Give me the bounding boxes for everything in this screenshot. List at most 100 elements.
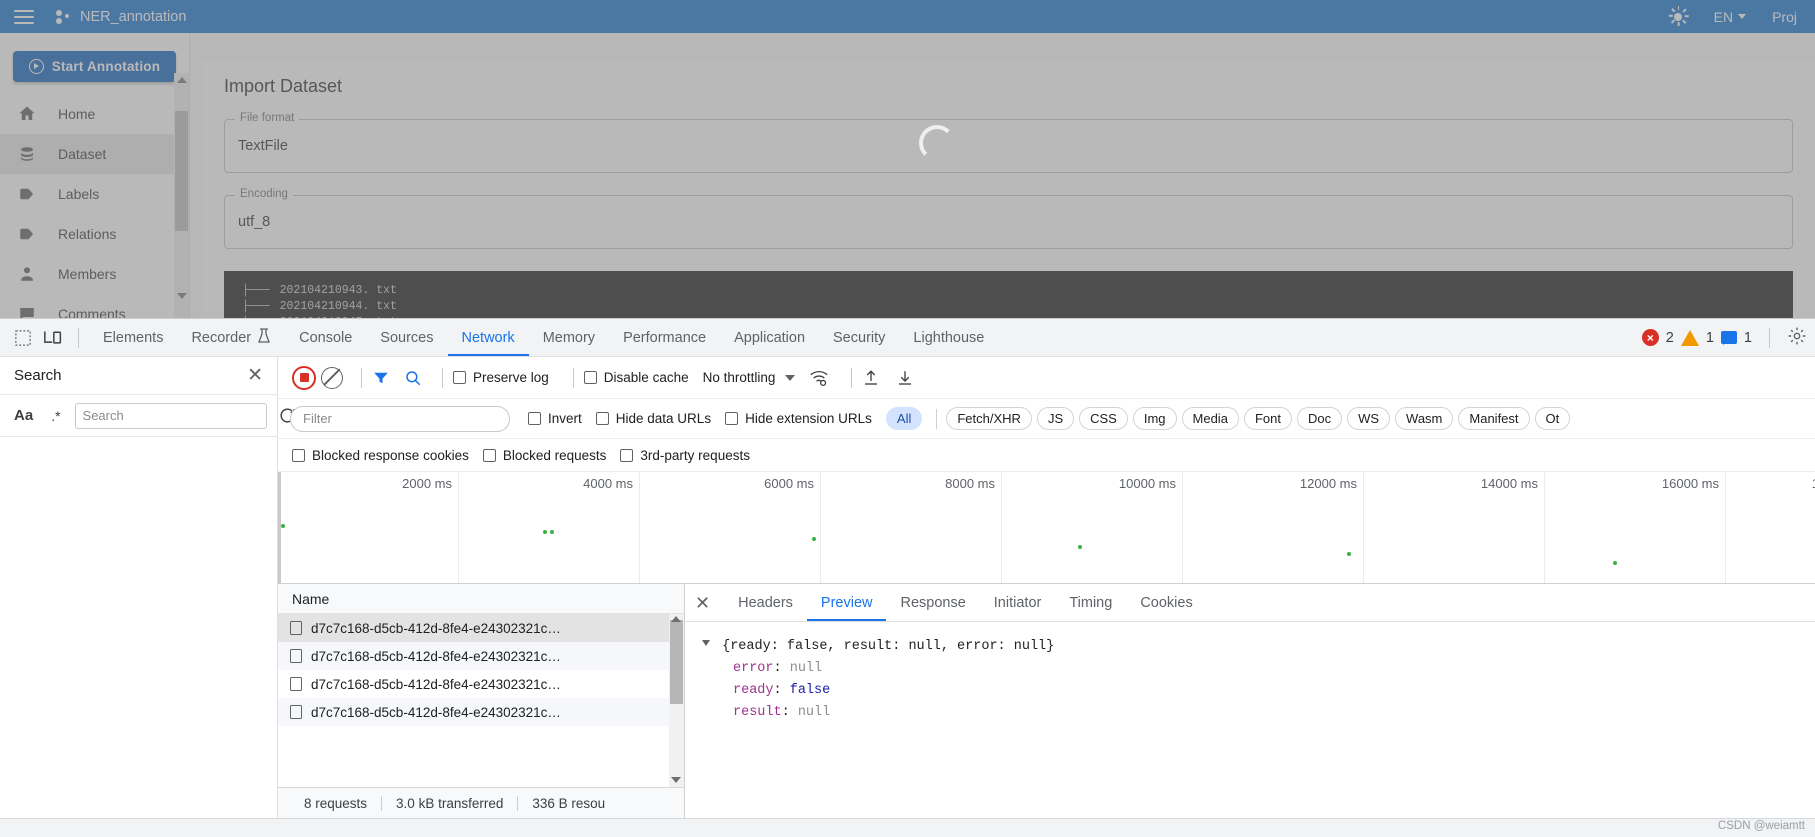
type-filter-other[interactable]: Ot bbox=[1534, 407, 1571, 430]
divider bbox=[361, 367, 362, 388]
tab-console[interactable]: Console bbox=[285, 319, 366, 356]
type-filter-media[interactable]: Media bbox=[1181, 407, 1239, 430]
tab-preview[interactable]: Preview bbox=[807, 584, 887, 621]
bottom-status-bar bbox=[0, 818, 1815, 837]
tab-label: Sources bbox=[380, 329, 434, 346]
type-filter-fetch-xhr[interactable]: Fetch/XHR bbox=[946, 407, 1032, 430]
tab-sources[interactable]: Sources bbox=[366, 319, 447, 356]
resources-size: 336 B resou bbox=[517, 796, 619, 811]
request-list-header[interactable]: Name bbox=[278, 584, 684, 614]
third-party-requests-checkbox[interactable]: 3rd-party requests bbox=[620, 448, 750, 463]
type-filter-css[interactable]: CSS bbox=[1079, 407, 1128, 430]
table-row[interactable]: d7c7c168-d5cb-412d-8fe4-e24302321c… bbox=[278, 670, 684, 698]
request-summary-bar: 8 requests 3.0 kB transferred 336 B reso… bbox=[278, 787, 684, 819]
tab-response[interactable]: Response bbox=[886, 584, 979, 621]
type-filter-js[interactable]: JS bbox=[1036, 407, 1075, 430]
error-icon[interactable]: × bbox=[1641, 329, 1659, 346]
json-root-row[interactable]: {ready: false, result: null, error: null… bbox=[702, 636, 1815, 658]
disable-cache-label: Disable cache bbox=[603, 370, 689, 385]
tab-recorder[interactable]: Recorder bbox=[177, 319, 285, 356]
close-icon[interactable]: ✕ bbox=[695, 594, 710, 612]
record-stop-icon[interactable] bbox=[292, 365, 316, 390]
timeline-gridline bbox=[1725, 472, 1726, 583]
expand-triangle-icon[interactable] bbox=[702, 640, 710, 646]
gear-icon[interactable] bbox=[1787, 326, 1807, 350]
scroll-up-icon[interactable] bbox=[671, 616, 681, 622]
close-icon[interactable]: ✕ bbox=[247, 366, 263, 385]
type-filter-font[interactable]: Font bbox=[1243, 407, 1292, 430]
checkbox-box bbox=[725, 412, 739, 425]
tab-memory[interactable]: Memory bbox=[529, 319, 609, 356]
timeline-gridline bbox=[1182, 472, 1183, 583]
table-row[interactable]: d7c7c168-d5cb-412d-8fe4-e24302321c… bbox=[278, 698, 684, 726]
regex-button[interactable]: .* bbox=[48, 408, 63, 424]
blocked-response-cookies-checkbox[interactable]: Blocked response cookies bbox=[292, 448, 469, 463]
tab-headers[interactable]: Headers bbox=[724, 584, 807, 621]
type-filter-ws[interactable]: WS bbox=[1347, 407, 1391, 430]
screen: NER_annotation EN Proj bbox=[0, 0, 1815, 837]
hide-data-urls-label: Hide data URLs bbox=[615, 411, 712, 426]
tab-label: Security bbox=[833, 329, 886, 346]
tab-security[interactable]: Security bbox=[819, 319, 899, 356]
blocked-requests-checkbox[interactable]: Blocked requests bbox=[482, 448, 606, 463]
json-value: null bbox=[797, 705, 831, 720]
checkbox-box bbox=[482, 448, 496, 462]
tab-label: Elements bbox=[103, 329, 164, 346]
divider bbox=[1769, 327, 1770, 348]
disable-cache-checkbox[interactable]: Disable cache bbox=[583, 370, 689, 385]
tab-timing[interactable]: Timing bbox=[1055, 584, 1126, 621]
transferred-size: 3.0 kB transferred bbox=[381, 796, 517, 811]
network-request-area: Name d7c7c168-d5cb-412d-8fe4-e24302321c…… bbox=[278, 584, 1815, 819]
network-filter-row: Invert Hide data URLs Hide extension URL… bbox=[278, 399, 1815, 439]
type-filter-doc[interactable]: Doc bbox=[1296, 407, 1343, 430]
import-har-icon[interactable] bbox=[862, 369, 880, 387]
table-row[interactable]: d7c7c168-d5cb-412d-8fe4-e24302321c… bbox=[278, 614, 684, 642]
match-case-button[interactable]: Aa bbox=[10, 407, 37, 424]
tab-label: Performance bbox=[623, 329, 707, 346]
timeline-request-dot bbox=[543, 530, 547, 534]
search-icon[interactable] bbox=[404, 369, 422, 387]
search-input[interactable] bbox=[74, 402, 267, 429]
clear-icon[interactable] bbox=[321, 366, 343, 389]
tab-lighthouse[interactable]: Lighthouse bbox=[899, 319, 998, 356]
invert-checkbox[interactable]: Invert bbox=[528, 411, 582, 426]
hide-data-urls-checkbox[interactable]: Hide data URLs bbox=[595, 411, 712, 426]
tab-application[interactable]: Application bbox=[720, 319, 819, 356]
filter-icon[interactable] bbox=[372, 369, 390, 387]
divider bbox=[851, 367, 853, 388]
device-toolbar-icon[interactable] bbox=[38, 323, 68, 353]
scroll-down-icon[interactable] bbox=[671, 777, 681, 783]
timeline-tick-label: 4000 ms bbox=[583, 476, 633, 491]
warning-icon[interactable] bbox=[1680, 329, 1699, 346]
annotation-app: NER_annotation EN Proj bbox=[0, 0, 1815, 318]
tab-performance[interactable]: Performance bbox=[609, 319, 720, 356]
tab-network[interactable]: Network bbox=[448, 319, 529, 356]
table-row[interactable]: d7c7c168-d5cb-412d-8fe4-e24302321c… bbox=[278, 642, 684, 670]
json-value: null bbox=[789, 661, 823, 676]
type-filter-manifest[interactable]: Manifest bbox=[1458, 407, 1530, 430]
type-filter-all[interactable]: All bbox=[885, 407, 923, 430]
type-filter-wasm[interactable]: Wasm bbox=[1395, 407, 1454, 430]
json-entry: ready: false bbox=[703, 680, 1815, 702]
tab-elements[interactable]: Elements bbox=[89, 319, 177, 356]
divider bbox=[442, 367, 443, 388]
tab-cookies[interactable]: Cookies bbox=[1126, 584, 1206, 621]
json-colon: : bbox=[781, 705, 798, 720]
hide-extension-urls-checkbox[interactable]: Hide extension URLs bbox=[725, 411, 872, 426]
json-entry: error: null bbox=[703, 658, 1815, 680]
filter-input[interactable] bbox=[290, 405, 510, 432]
network-overview-timeline[interactable]: 2000 ms 4000 ms 6000 ms 8000 ms 10000 ms… bbox=[278, 472, 1815, 584]
request-list-scrollbar-thumb[interactable] bbox=[670, 620, 683, 704]
type-filter-img[interactable]: Img bbox=[1132, 407, 1177, 430]
preserve-log-label: Preserve log bbox=[473, 370, 549, 385]
info-message-icon[interactable] bbox=[1720, 331, 1737, 345]
timeline-request-dot bbox=[1347, 552, 1351, 556]
preserve-log-checkbox[interactable]: Preserve log bbox=[453, 370, 549, 385]
tab-initiator[interactable]: Initiator bbox=[980, 584, 1056, 621]
throttling-select[interactable]: No throttling bbox=[703, 370, 776, 385]
inspect-element-icon[interactable] bbox=[8, 323, 38, 353]
watermark: CSDN @weiamtt bbox=[1717, 820, 1805, 832]
wifi-settings-icon[interactable] bbox=[809, 369, 829, 387]
export-har-icon[interactable] bbox=[896, 369, 914, 387]
chevron-down-icon[interactable] bbox=[785, 374, 796, 381]
